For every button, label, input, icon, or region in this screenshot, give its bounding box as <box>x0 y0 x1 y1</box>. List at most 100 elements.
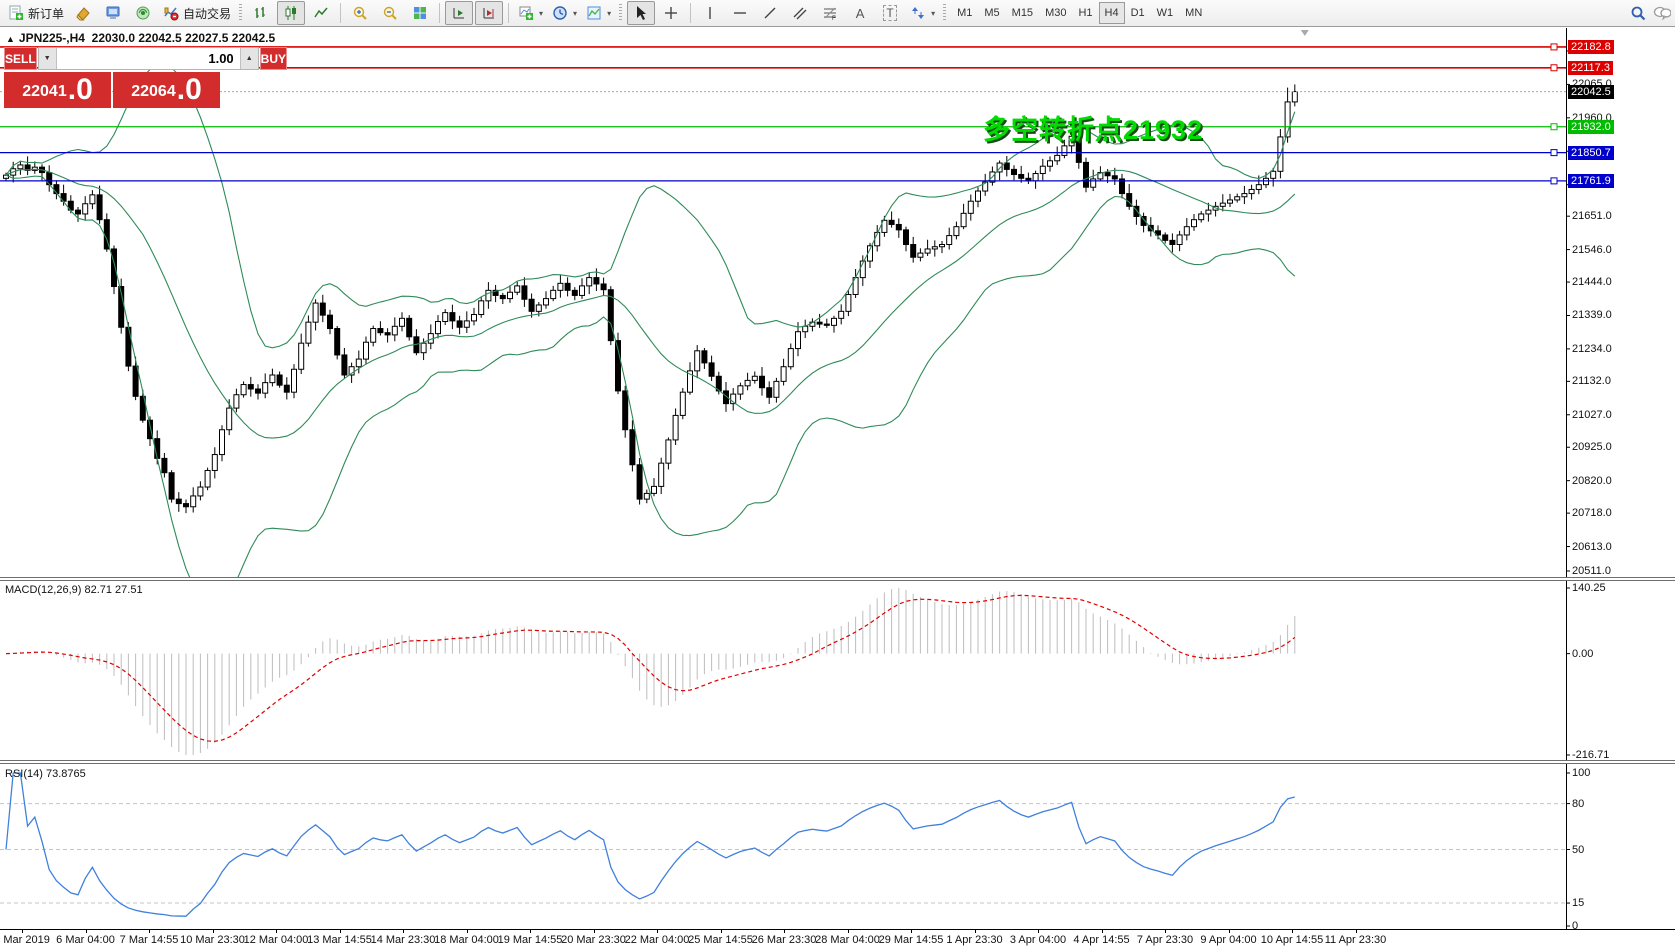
profiles-button[interactable]: ▾ <box>548 1 580 25</box>
chevron-down-icon: ▾ <box>539 9 543 18</box>
new-order-button[interactable]: 新订单 <box>4 1 67 25</box>
candle <box>133 366 138 396</box>
vertical-line-tool-button[interactable] <box>696 1 724 25</box>
candle <box>1055 155 1060 160</box>
time-axis-tick <box>1356 930 1357 933</box>
buy-price-box[interactable]: 22064 .0 <box>113 72 220 108</box>
candle <box>702 351 707 363</box>
new-chart-button[interactable]: ▾ <box>514 1 546 25</box>
search-icon[interactable] <box>1629 4 1647 22</box>
horizontal-line-tool-button[interactable] <box>726 1 754 25</box>
autotrading-button[interactable]: 自动交易 <box>159 1 234 25</box>
level-handle[interactable] <box>1551 44 1557 50</box>
collapse-icon[interactable]: ▲ <box>6 34 15 44</box>
auto-scroll-button[interactable] <box>445 1 473 25</box>
svg-text:F: F <box>832 16 836 21</box>
trendline-tool-button[interactable] <box>756 1 784 25</box>
candle <box>644 493 649 499</box>
chart-shift-button[interactable] <box>475 1 503 25</box>
buy-price-pips: .0 <box>177 75 202 105</box>
cursor-tool-button[interactable] <box>627 1 655 25</box>
eraser-button[interactable] <box>69 1 97 25</box>
candle <box>241 385 246 395</box>
level-handle[interactable] <box>1551 65 1557 71</box>
signal-button[interactable] <box>129 1 157 25</box>
timeframe-m5[interactable]: M5 <box>978 2 1005 24</box>
candle <box>911 245 916 258</box>
channel-tool-button[interactable] <box>786 1 814 25</box>
eraser-icon <box>74 4 92 22</box>
candle <box>954 227 959 236</box>
time-axis-tick <box>721 930 722 933</box>
bar-chart-button[interactable] <box>247 1 275 25</box>
chart-canvas[interactable] <box>0 0 1675 948</box>
buy-button[interactable]: BUY <box>260 47 287 70</box>
price-axis-tick: 20925.0 <box>1572 441 1612 453</box>
timeframe-d1[interactable]: D1 <box>1125 2 1151 24</box>
timeframe-m15[interactable]: M15 <box>1006 2 1039 24</box>
zoom-in-button[interactable] <box>346 1 374 25</box>
candle <box>551 290 556 298</box>
pane-splitter-rsi[interactable] <box>0 760 1675 764</box>
timeframe-w1[interactable]: W1 <box>1151 2 1180 24</box>
candle <box>320 303 325 315</box>
candle <box>1184 227 1189 235</box>
timeframe-h1[interactable]: H1 <box>1072 2 1098 24</box>
arrows-tool-button[interactable]: ▾ <box>906 1 938 25</box>
time-axis-tick <box>594 930 595 933</box>
templates-button[interactable]: ▾ <box>582 1 614 25</box>
timeframe-mn[interactable]: MN <box>1179 2 1208 24</box>
time-axis-label: 29 Mar 14:55 <box>879 934 944 946</box>
terminal-button[interactable] <box>99 1 127 25</box>
text-tool-button[interactable]: A <box>846 1 874 25</box>
candle <box>961 213 966 226</box>
line-chart-button[interactable] <box>307 1 335 25</box>
time-axis-tick <box>22 930 23 933</box>
timeframe-m1[interactable]: M1 <box>951 2 978 24</box>
timeframe-h4[interactable]: H4 <box>1099 2 1125 24</box>
candle <box>227 408 232 430</box>
rsi-axis-tick: 0 <box>1572 920 1578 932</box>
text-label-tool-button[interactable]: T <box>876 1 904 25</box>
candle <box>486 290 491 301</box>
candle <box>198 487 203 496</box>
time-axis-tick <box>911 930 912 933</box>
signal-icon <box>134 4 152 22</box>
sell-price-pips: .0 <box>68 75 93 105</box>
pane-splitter-macd[interactable] <box>0 577 1675 581</box>
zoom-out-button[interactable] <box>376 1 404 25</box>
time-axis[interactable]: 4 Mar 20196 Mar 04:007 Mar 14:5510 Mar 2… <box>0 929 1675 949</box>
level-handle[interactable] <box>1551 150 1557 156</box>
candle <box>1242 194 1247 197</box>
volume-decrease-button[interactable]: ▼ <box>39 48 56 69</box>
candle <box>781 367 786 382</box>
sell-price-box[interactable]: 22041 .0 <box>4 72 111 108</box>
chevron-down-icon: ▾ <box>573 9 577 18</box>
candle <box>1199 214 1204 220</box>
fibonacci-tool-button[interactable]: F <box>816 1 844 25</box>
chart-title: ▲JPN225-,H4 22030.0 22042.5 22027.5 2204… <box>6 31 275 45</box>
time-axis-tick <box>1165 930 1166 933</box>
candle <box>83 204 88 214</box>
candle <box>572 290 577 295</box>
candle <box>299 343 304 369</box>
candle <box>659 463 664 486</box>
level-handle[interactable] <box>1551 178 1557 184</box>
volume-input[interactable] <box>56 48 241 69</box>
crosshair-tool-button[interactable] <box>657 1 685 25</box>
candlestick-chart-button[interactable] <box>277 1 305 25</box>
chat-icon[interactable] <box>1653 4 1671 22</box>
bollinger-lower-line <box>6 175 1295 607</box>
time-axis-label: 22 Mar 04:00 <box>625 934 690 946</box>
sell-button[interactable]: SELL <box>4 47 37 70</box>
timeframe-m30[interactable]: M30 <box>1039 2 1072 24</box>
chart-annotation-text[interactable]: 多空转折点21932 <box>983 108 1203 147</box>
candle <box>479 301 484 315</box>
level-handle[interactable] <box>1551 124 1557 130</box>
candle <box>1112 176 1117 179</box>
tile-windows-button[interactable] <box>406 1 434 25</box>
price-axis-tick: 21339.0 <box>1572 309 1612 321</box>
volume-increase-button[interactable]: ▲ <box>241 48 258 69</box>
time-axis-label: 28 Mar 04:00 <box>815 934 880 946</box>
candle <box>515 286 520 292</box>
